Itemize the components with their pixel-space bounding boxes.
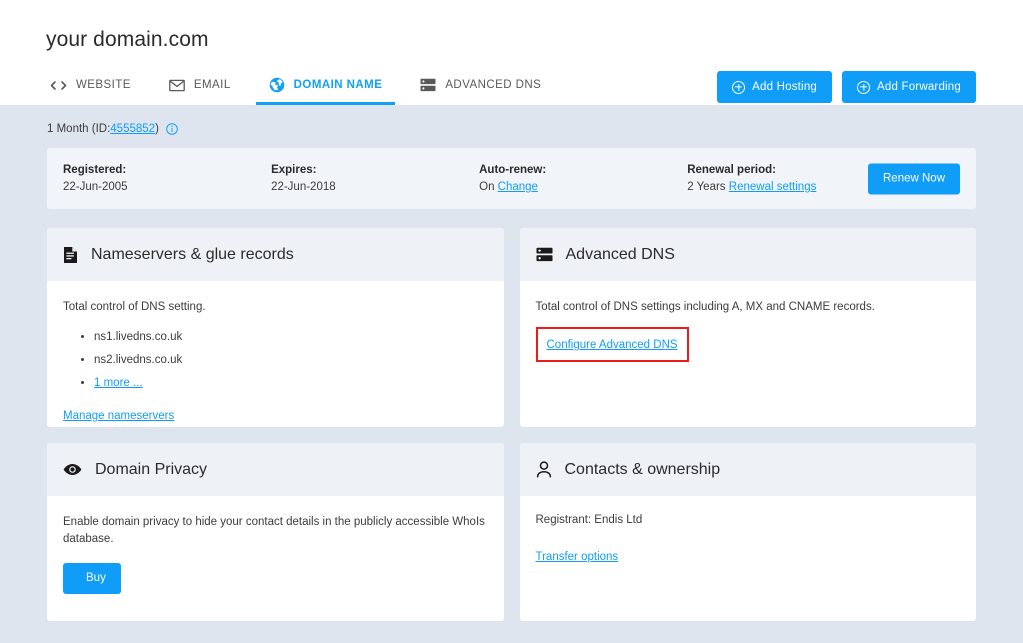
card-contacts-ownership-title: Contacts & ownership — [564, 460, 721, 478]
expires-label: Expires: — [271, 164, 317, 176]
add-forwarding-button[interactable]: Add Forwarding — [842, 71, 976, 103]
card-domain-privacy-header: Domain Privacy — [47, 443, 504, 496]
document-icon — [63, 246, 78, 264]
globe-icon — [269, 77, 285, 93]
autorenew-column: Auto-renew: On Change — [479, 164, 687, 193]
tab-domain-name-label: DOMAIN NAME — [293, 79, 383, 91]
card-nameservers-title: Nameservers & glue records — [91, 245, 294, 263]
subscription-prefix: 1 Month (ID: — [47, 123, 111, 135]
card-advanced-dns-title: Advanced DNS — [565, 245, 675, 263]
server-icon — [420, 78, 436, 92]
add-hosting-button[interactable]: Add Hosting — [717, 71, 833, 103]
registrant-value: Registrant: Endis Ltd — [535, 514, 643, 526]
tab-advanced-dns-label: ADVANCED DNS — [445, 79, 542, 91]
configure-advanced-dns-link[interactable]: Configure Advanced DNS — [547, 339, 678, 351]
expires-column: Expires: 22-Jun-2018 — [271, 164, 479, 193]
card-contacts-ownership-header: Contacts & ownership — [519, 443, 976, 496]
renewal-info-bar: Registered: 22-Jun-2005 Expires: 22-Jun-… — [47, 148, 976, 209]
card-nameservers-text: Total control of DNS setting. — [63, 301, 206, 313]
card-domain-privacy-title: Domain Privacy — [95, 460, 208, 478]
card-domain-privacy-body: Enable domain privacy to hide your conta… — [47, 496, 504, 621]
list-item[interactable]: 1 more ... — [94, 376, 488, 391]
person-icon — [536, 461, 552, 478]
header-actions: Add Hosting Add Forwarding — [717, 71, 976, 103]
nameserver-list: ns1.livedns.co.uk ns2.livedns.co.uk 1 mo… — [63, 330, 488, 391]
tab-website[interactable]: WEBSITE — [46, 68, 144, 105]
card-nameservers-header: Nameservers & glue records — [47, 228, 504, 281]
tab-advanced-dns[interactable]: ADVANCED DNS — [407, 68, 554, 105]
registered-value: 22-Jun-2005 — [63, 181, 128, 193]
tab-email-label: EMAIL — [193, 79, 231, 91]
card-nameservers-body: Total control of DNS setting. ns1.livedn… — [47, 281, 504, 427]
renew-now-button[interactable]: Renew Now — [868, 163, 960, 194]
plus-circle-icon — [732, 80, 746, 94]
autorenew-change-link[interactable]: Change — [498, 181, 538, 193]
list-item: ns2.livedns.co.uk — [94, 353, 488, 368]
subscription-suffix: ) — [155, 123, 159, 135]
autorenew-label: Auto-renew: — [479, 164, 547, 176]
registered-label: Registered: — [63, 164, 127, 176]
code-brackets-icon — [50, 79, 67, 92]
renewal-period-value: 2 Years — [687, 181, 726, 193]
add-hosting-label: Add Hosting — [752, 81, 818, 93]
manage-nameservers-link[interactable]: Manage nameservers — [63, 410, 488, 422]
nameservers-more-link[interactable]: 1 more ... — [94, 377, 143, 389]
configure-advanced-dns-highlight: Configure Advanced DNS — [535, 327, 689, 363]
card-domain-privacy: Domain Privacy Enable domain privacy to … — [47, 443, 504, 621]
plus-circle-icon — [857, 80, 871, 94]
subscription-id-link[interactable]: 4555852 — [110, 123, 155, 135]
list-item: ns1.livedns.co.uk — [94, 330, 488, 345]
subscription-line: 1 Month (ID: 4555852) — [47, 105, 976, 135]
eye-icon — [63, 463, 82, 476]
card-nameservers: Nameservers & glue records Total control… — [47, 228, 504, 427]
tab-domain-name[interactable]: DOMAIN NAME — [255, 68, 396, 105]
autorenew-value-row: On Change — [479, 181, 687, 193]
page-title: your domain.com — [46, 28, 209, 51]
card-advanced-dns: Advanced DNS Total control of DNS settin… — [519, 228, 977, 427]
envelope-icon — [169, 79, 185, 92]
registered-column: Registered: 22-Jun-2005 — [63, 164, 271, 193]
transfer-options-link[interactable]: Transfer options — [536, 551, 619, 563]
page-body: 1 Month (ID: 4555852) Registered: 22-Jun… — [0, 105, 1023, 643]
card-contacts-ownership: Contacts & ownership Registrant: Endis L… — [519, 443, 977, 621]
expires-value: 22-Jun-2018 — [271, 181, 336, 193]
autorenew-value: On — [479, 181, 495, 193]
main-tabbar: WEBSITE EMAIL DOMAIN NAME ADVANCED DNS — [46, 68, 566, 105]
buy-button[interactable]: Buy — [63, 562, 121, 594]
card-advanced-dns-header: Advanced DNS — [519, 228, 976, 281]
cards-grid: Nameservers & glue records Total control… — [47, 228, 976, 621]
buy-button-label: Buy — [86, 572, 106, 584]
card-advanced-dns-body: Total control of DNS settings including … — [520, 281, 977, 427]
tab-email[interactable]: EMAIL — [156, 68, 244, 105]
page-header: your domain.com WEBSITE EMAIL DOMAIN NAM… — [0, 0, 1023, 105]
add-forwarding-label: Add Forwarding — [877, 81, 961, 93]
server-icon — [536, 247, 553, 262]
card-domain-privacy-text: Enable domain privacy to hide your conta… — [63, 516, 485, 546]
card-advanced-dns-text: Total control of DNS settings including … — [535, 301, 875, 313]
renewal-settings-link[interactable]: Renewal settings — [729, 181, 817, 193]
info-circle-icon[interactable] — [166, 123, 178, 135]
card-contacts-ownership-body: Registrant: Endis Ltd Transfer options — [520, 496, 977, 621]
tab-website-label: WEBSITE — [76, 79, 131, 91]
